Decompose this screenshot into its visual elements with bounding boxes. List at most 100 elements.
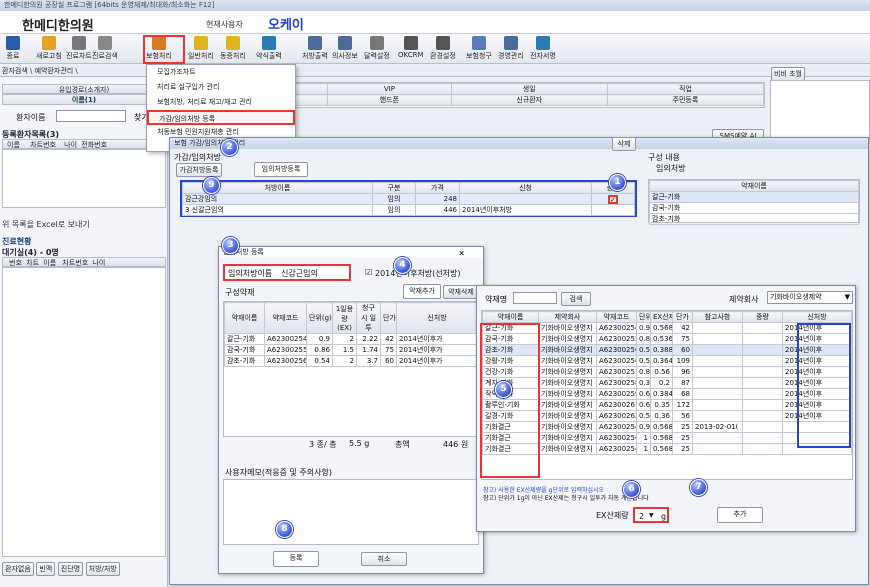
waiting-list[interactable]	[2, 267, 166, 557]
herb-rows: 갈근-기화A6230025400.922.22422014년이후가감국-기화A6…	[224, 333, 478, 367]
herb-add-button[interactable]: 추가	[717, 507, 763, 523]
presc-row2-apply: 2014년이후처방	[459, 204, 593, 216]
toolbar-label: 경영관리	[498, 52, 524, 60]
cancel-button[interactable]: 취소	[361, 552, 407, 566]
section-label: 가감/임의처방	[174, 153, 221, 162]
chart-icon	[71, 36, 86, 50]
toolbar-button-refresh[interactable]: 새로고침	[36, 36, 62, 63]
main-tabs[interactable]: 환자검색 \ 예약환자관리 \	[0, 66, 870, 77]
herb-row[interactable]: 감국-기화A6230025500.861.51.74752014년이후가	[224, 344, 478, 356]
col-phone-left: 전화번호	[81, 141, 108, 149]
herb-search-cell: 기화바이오생명지	[538, 432, 597, 444]
herb-name-input[interactable]	[513, 292, 557, 304]
presc-row-type: 임의	[372, 193, 416, 205]
toolbar-button-prescription[interactable]: 처방출력	[302, 36, 328, 63]
ex-amount-value[interactable]: 2	[639, 512, 644, 521]
herb-search-cell	[742, 443, 783, 455]
maker-value: 기화바이오생제약	[770, 293, 822, 301]
toolbar-button-search[interactable]: 진료검색	[92, 36, 118, 63]
herb-cell: 0.9	[306, 333, 333, 345]
herb-cell: 갈근-기화	[224, 333, 265, 345]
menu-item-addsub-register[interactable]: 가감/임의처방 등록	[147, 110, 295, 125]
presc-row2-name[interactable]: 3 신갈근임의	[182, 204, 373, 216]
toolbar-button-chart[interactable]: 진료차트	[66, 36, 92, 63]
toolbar-button-claim[interactable]: 보험청구	[466, 36, 492, 63]
management-icon	[503, 36, 518, 50]
toolbar-button-crm[interactable]: OKCRM	[398, 36, 424, 63]
bottom-tabs: 환자없음 빈맥 진단명 처방/처방	[2, 562, 166, 576]
summary-count: 3 종/ 총	[309, 440, 337, 449]
toolbar-button-management[interactable]: 경영관리	[498, 36, 524, 63]
col-presc-apply: 신청	[459, 182, 593, 194]
herbs-label: 구성약재	[225, 288, 255, 297]
herb-search-cell	[742, 421, 783, 433]
close-icon[interactable]: ✕	[458, 249, 465, 258]
herb-search-cell: 0.2	[650, 377, 673, 389]
herb-search-cell: 1	[636, 432, 651, 444]
toolbar-button-general[interactable]: 일반처리	[188, 36, 214, 63]
toolbar-button-calendar[interactable]: 달력설정	[364, 36, 390, 63]
delete-herb-button[interactable]: 약재삭제	[443, 285, 479, 299]
patient-name-input[interactable]	[56, 110, 126, 122]
toolbar-button-settings[interactable]: 환경설정	[430, 36, 456, 63]
herb-search-cell	[742, 344, 783, 356]
herb-search-cell: 0.36	[650, 410, 673, 422]
bottom-tab-nopatient[interactable]: 환자없음	[2, 562, 34, 576]
excel-export-link[interactable]: 위 목록을 Excel로 보내기	[2, 219, 90, 230]
marker-5: 5	[495, 381, 512, 398]
tab-addsub[interactable]: 가감처방등록	[176, 163, 222, 177]
herb-search-cell	[692, 366, 743, 378]
col-job: 직업	[606, 83, 765, 95]
custom-registration-window: 임의처방 등록 ✕ 임의처방이름 신감근임의 ☑ 2014년이후처방(선처방) …	[218, 246, 484, 574]
herb-cell: 60	[380, 355, 397, 367]
crm-icon	[403, 36, 418, 50]
herb-search-cell: 56	[672, 410, 693, 422]
bottom-tab-diagnosis[interactable]: 진단명	[57, 562, 84, 576]
approve-checkbox[interactable]: ✓	[608, 194, 619, 204]
ex-chevron-icon[interactable]: ▼	[649, 512, 654, 519]
approve-checkbox-2[interactable]	[591, 204, 635, 216]
bottom-tab-prescription[interactable]: 처방/처방	[85, 562, 120, 576]
menu-item-0[interactable]: 모집가조차트	[147, 65, 295, 80]
delete-button[interactable]: 삭제	[612, 137, 636, 151]
toolbar-label: 종료	[6, 52, 20, 60]
presc-row2-type: 임의	[372, 204, 416, 216]
toolbar-button-exit[interactable]: 종료	[6, 36, 20, 63]
bottom-tab-pulse[interactable]: 빈맥	[36, 562, 56, 576]
add-herb-button[interactable]: 약재추가	[403, 284, 441, 299]
after2014-checkbox[interactable]: ☑	[365, 268, 372, 277]
tab-custom-prescription[interactable]: 임의처방등록	[254, 162, 308, 177]
herb-cell: 2014년이후가	[396, 333, 478, 345]
menu-item-2[interactable]: 보험처방, 처리료 재고/재고 관리	[147, 95, 295, 110]
herb-search-cell: 0.536	[650, 333, 673, 345]
custom-name-value[interactable]: 신감근임의	[281, 268, 318, 279]
toolbar-button-process[interactable]: 동증처리	[220, 36, 246, 63]
toolbar-button-sign[interactable]: 전자서명	[530, 36, 556, 63]
herb-row[interactable]: 감초-기화A6230025600.5423.7602014년이후가	[224, 355, 478, 367]
col-herb-code: 약재코드	[264, 302, 307, 334]
col-herb-name: 약재이름	[224, 302, 265, 334]
prescription-list[interactable]: 처방이름구분가격신청승인 감근강임의임의248✓ 3 신갈근임의임의446201…	[180, 180, 637, 217]
registered-list[interactable]	[2, 149, 166, 208]
toolbar-button-doctor[interactable]: 의사정보	[332, 36, 358, 63]
col-age: 나이	[64, 141, 78, 149]
menu-item-1[interactable]: 처리료 실구입가 관리	[147, 80, 295, 95]
herb-search-cell: 25	[672, 421, 693, 433]
composition-title: 구성 내용	[648, 153, 680, 162]
name-header: 이름(1)	[2, 94, 166, 105]
herb-search-cell	[692, 344, 743, 356]
toolbar-label: 전자서명	[530, 52, 556, 60]
toolbar-button-print[interactable]: 약식출력	[256, 36, 282, 63]
col-price: 단가	[380, 302, 397, 334]
col-new: 신규환자	[450, 94, 608, 106]
presc-row-name[interactable]: 감근강임의	[182, 193, 373, 205]
app-name: 한메디한의원	[22, 19, 94, 34]
memo-textarea[interactable]	[223, 479, 479, 545]
herb-row[interactable]: 갈근-기화A6230025400.922.22422014년이후가	[224, 333, 478, 345]
herb-search-cell: 96	[672, 366, 693, 378]
herb-search-cell: 기화바이오생명지	[538, 322, 597, 334]
right-top-button[interactable]: 비비 초월	[771, 67, 805, 81]
herb-search-button[interactable]: 검색	[561, 292, 591, 306]
maker-select[interactable]: 기화바이오생제약 ▼	[767, 291, 853, 304]
register-button[interactable]: 등록	[273, 551, 319, 567]
